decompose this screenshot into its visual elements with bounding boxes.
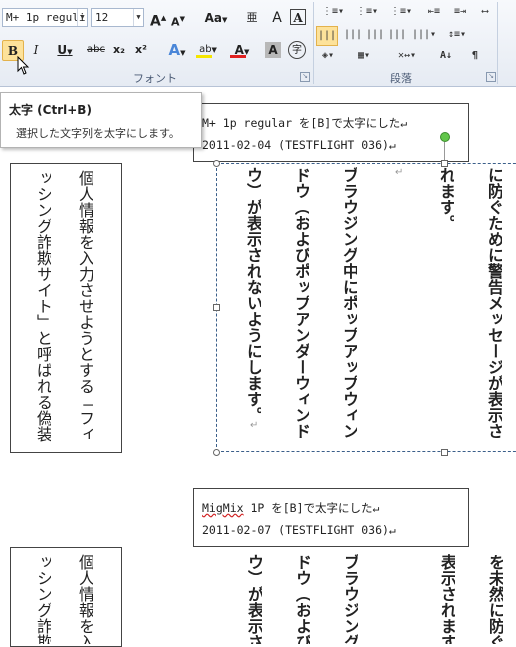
vertical-text-line: ッシング詐欺サイト」と呼ばれる偽装 bbox=[35, 170, 51, 442]
font-group-label: フォント bbox=[133, 72, 177, 85]
caption-box-1[interactable]: M+ 1p regular を[B]で太字にした↵ 2011-02-04 (TE… bbox=[193, 103, 469, 162]
strikethrough-button[interactable]: abc bbox=[86, 40, 106, 60]
tooltip-description: 選択した文字列を太字にします。 bbox=[16, 127, 180, 140]
resize-handle[interactable] bbox=[213, 304, 220, 311]
sort-az-icon[interactable]: A↓ bbox=[440, 50, 452, 61]
character-border-button[interactable]: A bbox=[290, 9, 306, 25]
sort-icon[interactable]: ✕↔▾ bbox=[398, 50, 416, 61]
chevron-down-icon[interactable]: ▼ bbox=[77, 9, 87, 26]
resize-handle[interactable] bbox=[441, 160, 448, 167]
caption-2-date: 2011-02-07 (TESTFLIGHT 036)↵ bbox=[202, 523, 396, 537]
resize-handle[interactable] bbox=[441, 449, 448, 456]
show-formatting-icon[interactable]: ¶ bbox=[472, 50, 478, 61]
vertical-text-line: 個人情報を入 bbox=[77, 554, 93, 644]
text-box-regular[interactable]: 個人情報を入力させようとする「フィ ッシング詐欺サイト」と呼ばれる偽装 bbox=[10, 163, 122, 453]
text-box-bold-selected[interactable] bbox=[216, 163, 516, 452]
vertical-text-line: ブラウジング bbox=[342, 554, 358, 644]
vertical-text-line: を未然に防ぐ bbox=[487, 554, 503, 644]
underline-button[interactable]: U▼ bbox=[52, 40, 78, 60]
font-name-value: M+ 1p reguli bbox=[6, 11, 86, 24]
superscript-button[interactable]: x² bbox=[132, 40, 150, 60]
mouse-cursor-icon bbox=[17, 56, 30, 75]
align-bottom-icon[interactable]: ||| bbox=[366, 29, 384, 40]
increase-indent-icon[interactable]: ≡⇥ bbox=[454, 6, 466, 17]
ribbon: M+ 1p reguli ▼ 12 ▼ A▲ A▼ Aa▼ 亜 A A B I … bbox=[0, 0, 516, 87]
caption-2-title: MigMix 1P を[B]で太字にした↵ bbox=[202, 501, 380, 515]
font-color-button[interactable]: A▼ bbox=[228, 40, 256, 60]
multilevel-list-icon[interactable]: ⋮≡▾ bbox=[390, 6, 412, 17]
vertical-text-line: に防ぐために警告メッセージが表示さ bbox=[486, 167, 502, 439]
decrease-indent-icon[interactable]: ⇤≡ bbox=[428, 6, 440, 17]
caption-1-date: 2011-02-04 (TESTFLIGHT 036)↵ bbox=[202, 138, 396, 152]
caption-1-title: M+ 1p regular を[B]で太字にした↵ bbox=[202, 116, 408, 130]
vertical-text-line: ウ）が表示さ bbox=[246, 554, 262, 644]
clear-formatting-button[interactable]: A bbox=[268, 8, 286, 28]
change-case-button[interactable]: Aa▼ bbox=[203, 8, 229, 28]
group-separator bbox=[313, 2, 314, 84]
asian-layout-icon[interactable]: ⟷ bbox=[482, 6, 488, 17]
vertical-text-line: ドウ（およびポップアンダーウィンド bbox=[293, 167, 309, 439]
borders-icon[interactable]: ▦▾ bbox=[358, 50, 370, 61]
bold-tooltip: 太字 (Ctrl+B) 選択した文字列を太字にします。 bbox=[0, 92, 202, 148]
highlight-color-swatch bbox=[196, 55, 212, 58]
highlight-button[interactable]: ab▼ bbox=[194, 40, 222, 60]
bullets-icon[interactable]: ⋮≡▾ bbox=[322, 6, 344, 17]
vertical-text-line: 個人情報を入力させようとする「フィ bbox=[77, 170, 93, 442]
vertical-text-line: ブラウジング中にポップアップウィン bbox=[341, 167, 357, 439]
shrink-font-button[interactable]: A▼ bbox=[170, 9, 186, 29]
vertical-text-line: ッシング詐欺 bbox=[35, 554, 51, 644]
paragraph-group-label: 段落 bbox=[390, 72, 412, 85]
vertical-text-line: 表示されます bbox=[439, 554, 455, 644]
vertical-text-line: れます。 bbox=[438, 167, 454, 231]
vertical-text-line: ウ）が表示されないようにします。 bbox=[245, 167, 261, 423]
font-size-combo[interactable]: 12 ▼ bbox=[91, 8, 144, 27]
paragraph-mark: ↵ bbox=[250, 420, 259, 431]
text-box-regular-2[interactable]: 個人情報を入 ッシング詐欺 bbox=[10, 547, 122, 647]
align-center-icon[interactable]: ||| bbox=[344, 29, 362, 40]
font-color-swatch bbox=[230, 55, 246, 58]
font-size-value: 12 bbox=[95, 11, 109, 24]
justify-icon[interactable]: ||| bbox=[388, 29, 406, 40]
line-spacing-icon[interactable]: ↕≡▾ bbox=[448, 29, 466, 40]
align-top-icon[interactable]: ||| bbox=[316, 26, 338, 46]
font-name-combo[interactable]: M+ 1p reguli ▼ bbox=[2, 8, 88, 27]
phonetic-guide-button[interactable]: 亜 bbox=[242, 8, 262, 28]
text-box-bold-2[interactable]: を未然に防ぐ 表示されます ブラウジング ドウ（および ウ）が表示さ bbox=[216, 547, 516, 647]
tooltip-title: 太字 (Ctrl+B) bbox=[9, 103, 92, 117]
resize-handle[interactable] bbox=[213, 449, 220, 456]
subscript-button[interactable]: x₂ bbox=[110, 40, 128, 60]
shading-icon[interactable]: ◈▾ bbox=[322, 50, 334, 61]
distribute-icon[interactable]: |||▾ bbox=[412, 29, 436, 40]
dialog-launcher-icon[interactable]: ↘ bbox=[486, 72, 496, 82]
dialog-launcher-icon[interactable]: ↘ bbox=[300, 72, 310, 82]
character-shading-button[interactable]: A bbox=[265, 42, 281, 58]
vertical-text-line: ドウ（および bbox=[294, 554, 310, 644]
rotation-handle[interactable] bbox=[440, 132, 450, 142]
caption-box-2[interactable]: MigMix 1P を[B]で太字にした↵ 2011-02-07 (TESTFL… bbox=[193, 488, 469, 547]
group-separator bbox=[497, 2, 498, 84]
grow-font-button[interactable]: A▲ bbox=[150, 8, 166, 30]
numbering-icon[interactable]: ⋮≡▾ bbox=[356, 6, 378, 17]
paragraph-mark: ↵ bbox=[395, 167, 404, 178]
chevron-down-icon[interactable]: ▼ bbox=[133, 9, 143, 26]
text-effect-button[interactable]: A▼ bbox=[164, 40, 190, 60]
resize-handle[interactable] bbox=[213, 160, 220, 167]
enclose-characters-button[interactable]: 字 bbox=[288, 41, 306, 59]
